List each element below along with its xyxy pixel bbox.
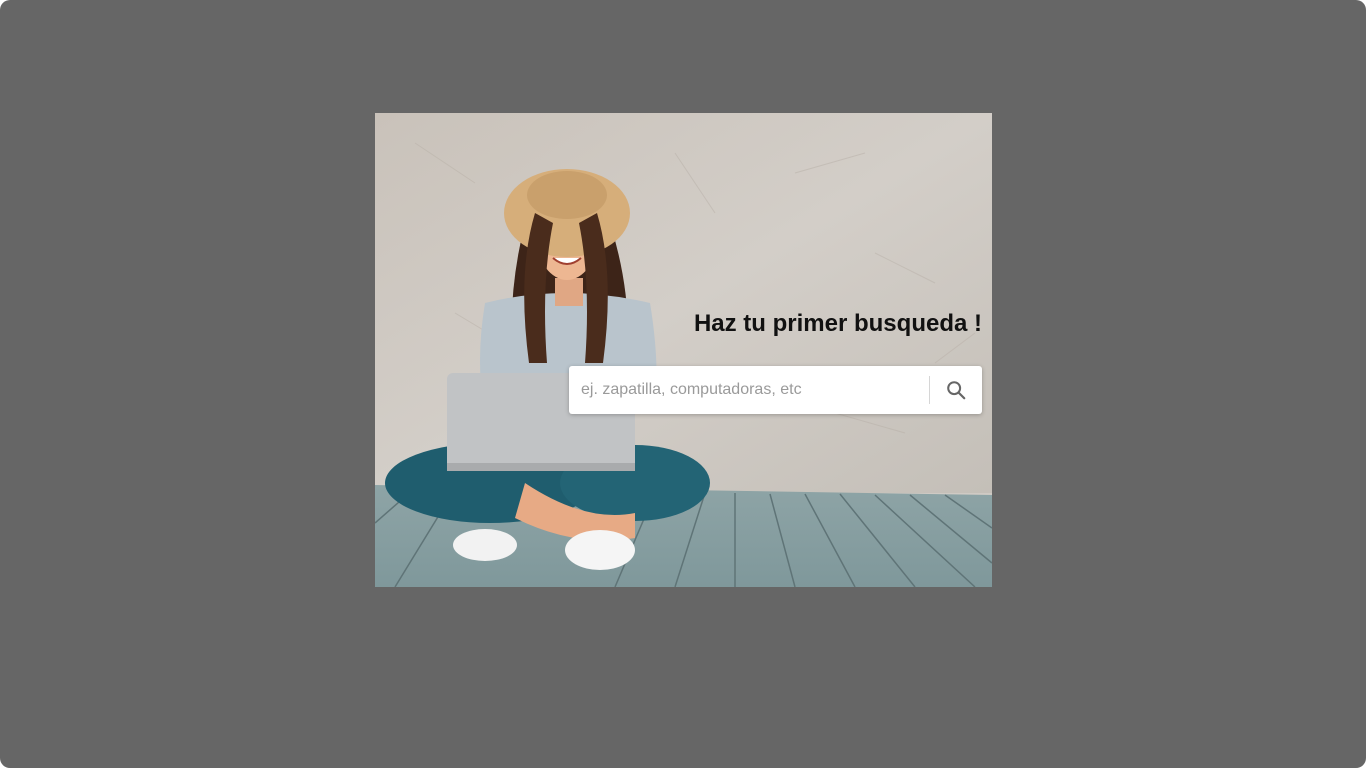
search-icon [947,381,966,400]
search-button[interactable] [930,366,982,414]
hero-photo [375,113,992,587]
search-bar [569,366,982,414]
modal-backdrop[interactable]: Haz tu primer busqueda ! [0,0,1366,768]
hero-headline: Haz tu primer busqueda ! [693,310,982,337]
search-input[interactable] [569,366,929,414]
hero-banner: Haz tu primer busqueda ! [375,113,992,587]
